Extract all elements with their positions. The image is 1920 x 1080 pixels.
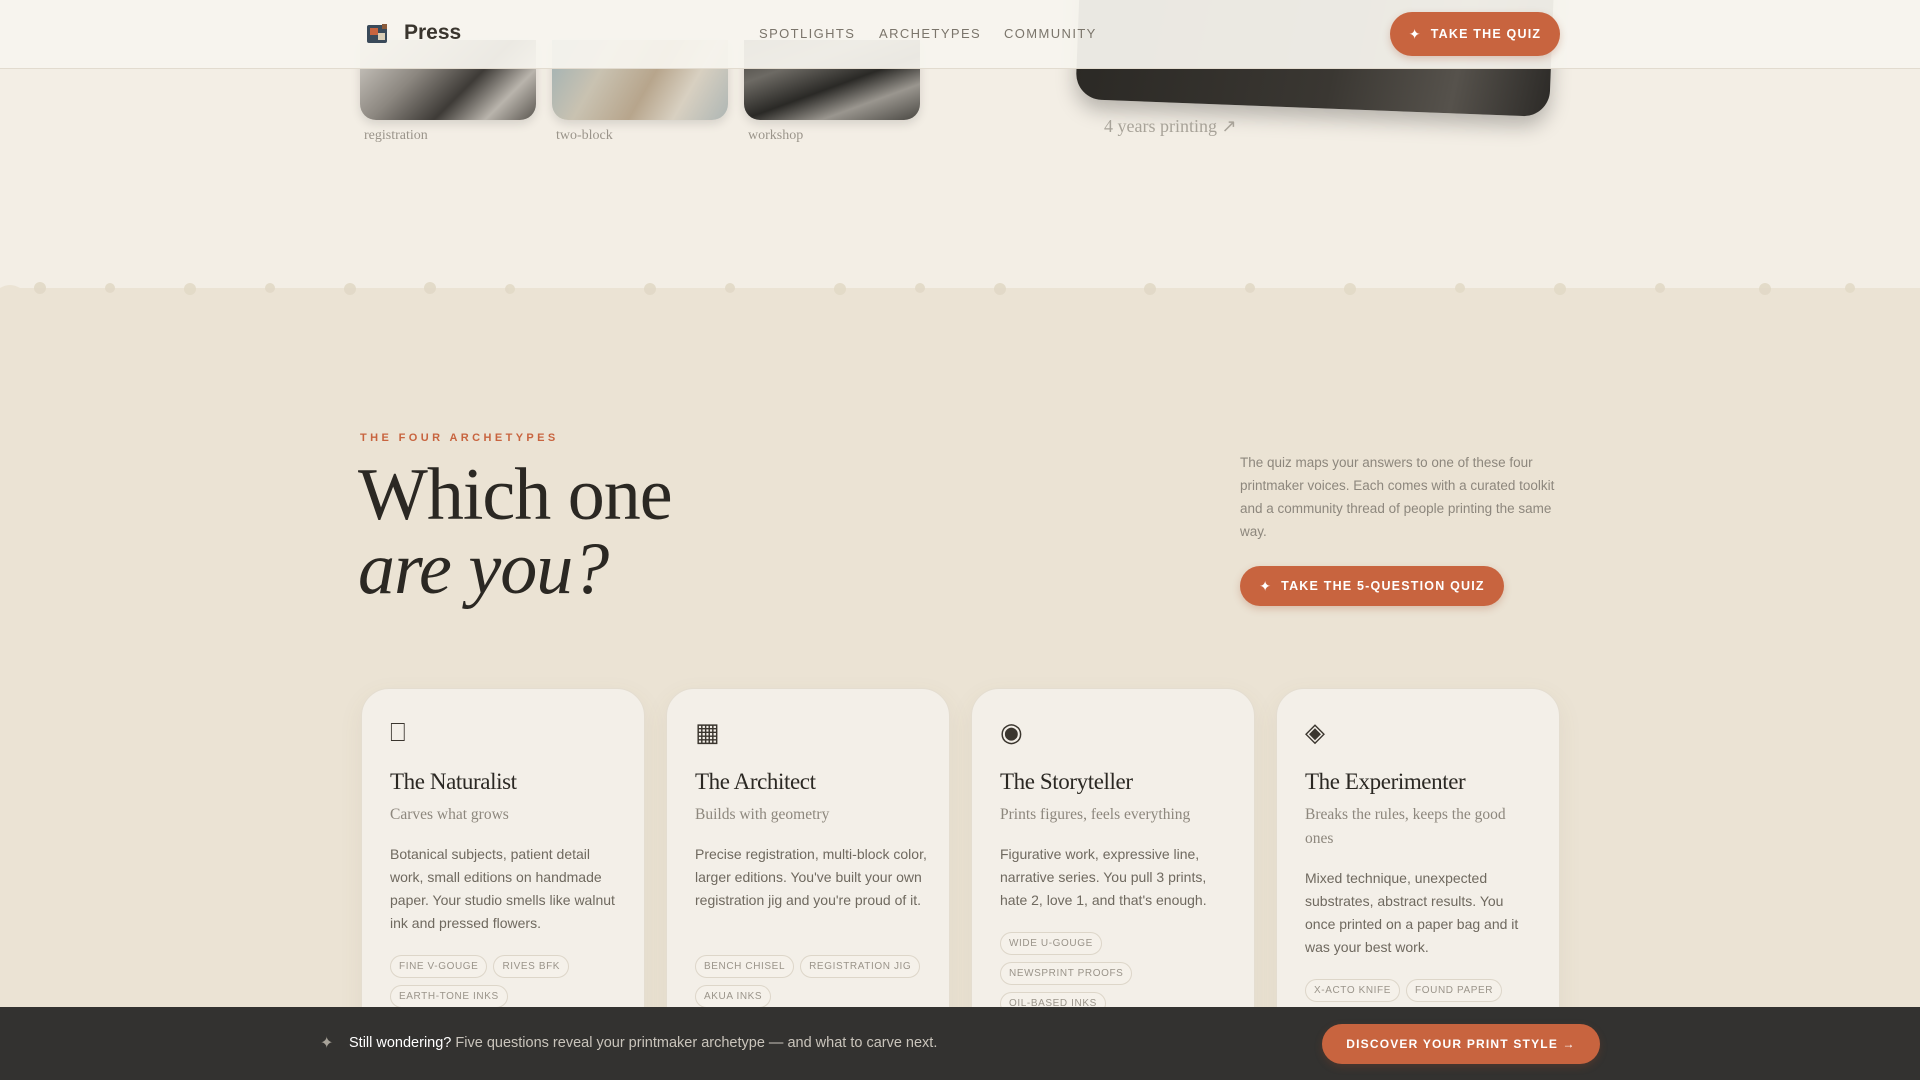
tag: EARTH-TONE INKS	[390, 985, 508, 1008]
card-description: Figurative work, expressive line, narrat…	[1000, 846, 1207, 908]
archetype-card-storyteller[interactable]: ◉ The Storyteller Prints figures, feels …	[971, 688, 1255, 1030]
card-subtitle: Breaks the rules, keeps the good ones	[1305, 806, 1506, 847]
section-intro: The quiz maps your answers to one of the…	[1240, 455, 1555, 539]
card-title: The Architect	[695, 769, 816, 794]
card-tags: BENCH CHISEL REGISTRATION JIG AKUA INKS	[695, 955, 935, 1008]
tag: BENCH CHISEL	[695, 955, 795, 978]
sticky-bar-body: Five questions reveal your printmaker ar…	[451, 1035, 938, 1051]
scalloped-divider	[0, 282, 1920, 298]
tag: X-ACTO KNIFE	[1305, 979, 1401, 1002]
archetype-card-naturalist[interactable]: ⎕ The Naturalist Carves what grows Botan…	[361, 688, 645, 1030]
tag: WIDE U-GOUGE	[1000, 932, 1102, 955]
card-subtitle: Carves what grows	[390, 806, 509, 823]
card-tags: X-ACTO KNIFE FOUND PAPER	[1305, 979, 1545, 1002]
press-logo-icon[interactable]	[366, 22, 390, 46]
sparkle-icon: ✦	[320, 1035, 334, 1052]
tag: RIVES BFK	[493, 955, 570, 978]
archetype-card-architect[interactable]: ▦ The Architect Builds with geometry Pre…	[666, 688, 950, 1030]
tag: AKUA INKS	[695, 985, 772, 1008]
discover-print-style-label: DISCOVER YOUR PRINT STYLE →	[1346, 1037, 1576, 1051]
gallery-caption: two-block	[556, 128, 613, 143]
years-printing-link[interactable]: 4 years printing ↗	[1104, 116, 1237, 137]
take-5-question-quiz-button[interactable]: ✦ TAKE THE 5-QUESTION QUIZ	[1240, 566, 1504, 606]
nav-link-spotlights[interactable]: SPOTLIGHTS	[759, 26, 855, 41]
tag: FINE V-GOUGE	[390, 955, 488, 978]
sticky-quiz-bar: ✦ Still wondering? Five questions reveal…	[0, 1007, 1920, 1080]
grid-icon: ▦	[695, 717, 720, 747]
card-tags: FINE V-GOUGE RIVES BFK EARTH-TONE INKS	[390, 955, 630, 1008]
leaf-icon: ⎕	[390, 717, 406, 747]
card-description: Precise registration, multi-block color,…	[695, 846, 927, 908]
card-description: Mixed technique, unexpected substrates, …	[1305, 870, 1519, 955]
tag: FOUND PAPER	[1406, 979, 1503, 1002]
card-subtitle: Prints figures, feels everything	[1000, 806, 1191, 823]
nav-link-archetypes[interactable]: ARCHETYPES	[879, 26, 981, 41]
circle-dot-icon: ◉	[1000, 717, 1023, 747]
take-quiz-button[interactable]: ✦ TAKE THE QUIZ	[1390, 12, 1560, 56]
sparkle-icon: ✦	[1408, 25, 1422, 42]
card-description: Botanical subjects, patient detail work,…	[390, 846, 615, 931]
heading-line-2: are you?	[358, 528, 609, 610]
tag: NEWSPRINT PROOFS	[1000, 962, 1133, 985]
card-title: The Experimenter	[1305, 769, 1466, 794]
section-eyebrow: THE FOUR ARCHETYPES	[360, 432, 559, 444]
sticky-bar-text: Still wondering? Five questions reveal y…	[349, 1035, 937, 1051]
take-quiz-label: TAKE THE QUIZ	[1430, 27, 1542, 41]
sparkle-icon: ✦	[1259, 577, 1273, 594]
top-nav: Press SPOTLIGHTS ARCHETYPES COMMUNITY ✦ …	[0, 0, 1920, 69]
card-title: The Naturalist	[390, 769, 517, 794]
nav-link-community[interactable]: COMMUNITY	[1004, 26, 1097, 41]
diamond-icon: ◈	[1305, 717, 1325, 747]
gallery-caption: registration	[364, 128, 428, 143]
sticky-bar-lead: Still wondering?	[349, 1035, 452, 1051]
heading-line-1: Which one	[358, 454, 673, 536]
archetype-card-experimenter[interactable]: ◈ The Experimenter Breaks the rules, kee…	[1276, 688, 1560, 1030]
gallery-caption: workshop	[748, 128, 804, 143]
section-heading: Which one are you?	[358, 458, 673, 610]
discover-print-style-button[interactable]: DISCOVER YOUR PRINT STYLE →	[1322, 1024, 1600, 1064]
card-subtitle: Builds with geometry	[695, 806, 830, 823]
card-tags: WIDE U-GOUGE NEWSPRINT PROOFS OIL-BASED …	[1000, 932, 1160, 1015]
tag: REGISTRATION JIG	[800, 955, 921, 978]
card-title: The Storyteller	[1000, 769, 1133, 794]
take-5-question-quiz-label: TAKE THE 5-QUESTION QUIZ	[1281, 579, 1485, 593]
logo-text[interactable]: Press	[404, 21, 461, 45]
